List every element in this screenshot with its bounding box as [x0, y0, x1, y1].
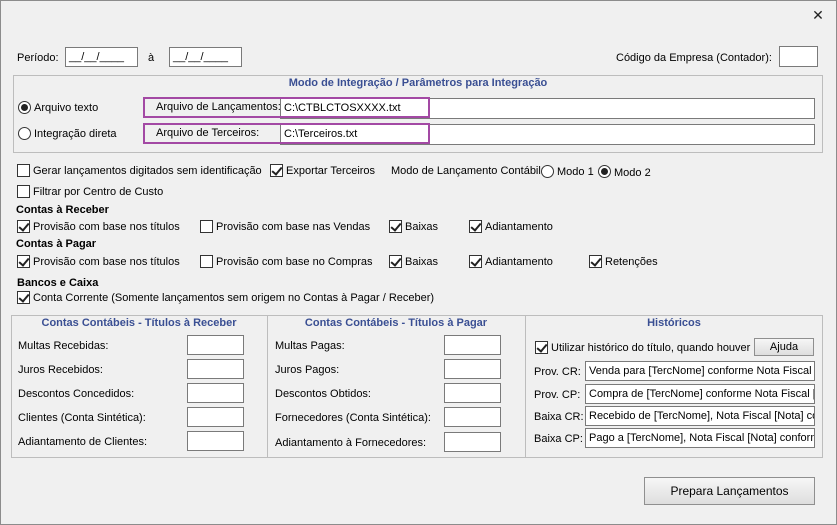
titulo-pagar-field-label: Adiantamento à Fornecedores: — [275, 437, 427, 449]
periodo-fim-input[interactable]: __/__/____ — [169, 47, 242, 67]
cp-provisao-titulos-checkbox[interactable] — [17, 255, 30, 268]
titulo-pagar-field-label: Descontos Obtidos: — [275, 388, 371, 400]
cr-adiantamento-checkbox[interactable] — [469, 220, 482, 233]
modo1-label: Modo 1 — [557, 166, 594, 178]
titulos-pagar-title: Contas Contábeis - Títulos à Pagar — [304, 317, 488, 329]
close-icon[interactable]: ✕ — [808, 6, 828, 24]
historico-field-label: Prov. CR: — [534, 366, 581, 378]
integracao-direta-label: Integração direta — [34, 128, 117, 140]
titulo-receber-field-label: Juros Recebidos: — [18, 364, 103, 376]
titulo-receber-field-input[interactable] — [187, 335, 244, 355]
historico-field-label: Baixa CP: — [534, 433, 583, 445]
titulo-pagar-field-label: Multas Pagas: — [275, 340, 345, 352]
contas-receber-title: Contas à Receber — [16, 204, 109, 216]
cp-baixas-checkbox[interactable] — [389, 255, 402, 268]
exportar-terceiros-checkbox[interactable] — [270, 164, 283, 177]
periodo-a-label: à — [148, 52, 155, 64]
integracao-direta-radio[interactable] — [18, 127, 31, 140]
titulo-receber-field-input[interactable] — [187, 431, 244, 451]
cp-provisao-compras-label: Provisão com base no Compras — [216, 256, 373, 268]
historicos-title: Históricos — [647, 317, 701, 329]
titulo-pagar-field-input[interactable] — [444, 335, 501, 355]
cr-provisao-titulos-label: Provisão com base nos títulos — [33, 221, 180, 233]
titulo-receber-field-label: Multas Recebidas: — [18, 340, 109, 352]
historico-field-label: Prov. CP: — [534, 389, 581, 401]
bancos-title: Bancos e Caixa — [17, 277, 99, 289]
titulo-pagar-field-input[interactable] — [444, 407, 501, 427]
periodo-inicio-input[interactable]: __/__/____ — [65, 47, 138, 67]
modo2-label: Modo 2 — [614, 167, 651, 179]
integracao-title: Modo de Integração / Parâmetros para Int… — [288, 77, 548, 89]
cr-baixas-checkbox[interactable] — [389, 220, 402, 233]
modo-lancamento-label: Modo de Lançamento Contábil: — [391, 165, 544, 177]
titulo-pagar-field-label: Juros Pagos: — [275, 364, 340, 376]
titulo-receber-field-input[interactable] — [187, 359, 244, 379]
titulo-pagar-field-input[interactable] — [444, 432, 501, 452]
arquivo-terceiros-label: Arquivo de Terceiros: — [156, 127, 260, 139]
gerar-lancamentos-label: Gerar lançamentos digitados sem identifi… — [33, 165, 262, 177]
utilizar-historico-checkbox[interactable] — [535, 341, 548, 354]
filtrar-centro-label: Filtrar por Centro de Custo — [33, 186, 164, 198]
cp-adiantamento-checkbox[interactable] — [469, 255, 482, 268]
cr-adiantamento-label: Adiantamento — [485, 221, 553, 233]
titulo-pagar-field-input[interactable] — [444, 383, 501, 403]
prepara-lancamentos-button[interactable]: Prepara Lançamentos — [644, 477, 815, 505]
periodo-label: Período: — [17, 52, 59, 64]
column-divider — [267, 315, 268, 458]
titulo-pagar-field-input[interactable] — [444, 359, 501, 379]
ajuda-button[interactable]: Ajuda — [754, 338, 814, 356]
cr-provisao-vendas-label: Provisão com base nas Vendas — [216, 221, 371, 233]
cp-retencoes-checkbox[interactable] — [589, 255, 602, 268]
titulos-receber-title: Contas Contábeis - Títulos à Receber — [41, 317, 237, 329]
historico-field-input[interactable]: Compra de [TercNome] conforme Nota Fisca… — [585, 384, 815, 404]
gerar-lancamentos-checkbox[interactable] — [17, 164, 30, 177]
titulo-receber-field-input[interactable] — [187, 383, 244, 403]
historico-field-input[interactable]: Recebido de [TercNome], Nota Fiscal [Not… — [585, 406, 815, 426]
historico-field-input[interactable]: Pago a [TercNome], Nota Fiscal [Nota] co… — [585, 428, 815, 448]
cr-baixas-label: Baixas — [405, 221, 439, 233]
arquivo-texto-radio[interactable] — [18, 101, 31, 114]
utilizar-historico-label: Utilizar histórico do título, quando hou… — [551, 342, 751, 354]
titulo-receber-field-label: Clientes (Conta Sintética): — [18, 412, 146, 424]
titulo-receber-field-label: Descontos Concedidos: — [18, 388, 135, 400]
modo2-radio[interactable] — [598, 165, 611, 178]
modo1-radio[interactable] — [541, 165, 554, 178]
arquivo-lancamentos-label: Arquivo de Lançamentos: — [156, 101, 281, 113]
codigo-empresa-input[interactable] — [779, 46, 818, 67]
arquivo-texto-label: Arquivo texto — [34, 102, 99, 114]
conta-corrente-checkbox[interactable] — [17, 291, 30, 304]
cr-provisao-vendas-checkbox[interactable] — [200, 220, 213, 233]
cp-adiantamento-label: Adiantamento — [485, 256, 553, 268]
contas-pagar-title: Contas à Pagar — [16, 238, 97, 250]
cp-provisao-compras-checkbox[interactable] — [200, 255, 213, 268]
titulo-receber-field-label: Adiantamento de Clientes: — [18, 436, 148, 448]
historico-field-label: Baixa CR: — [534, 411, 584, 423]
titulo-pagar-field-label: Fornecedores (Conta Sintética): — [275, 412, 431, 424]
column-divider — [525, 315, 526, 458]
codigo-empresa-label: Código da Empresa (Contador): — [616, 52, 772, 64]
historico-field-input[interactable]: Venda para [TercNome] conforme Nota Fisc… — [585, 361, 815, 381]
cp-baixas-label: Baixas — [405, 256, 439, 268]
exportar-terceiros-label: Exportar Terceiros — [286, 165, 376, 177]
cp-provisao-titulos-label: Provisão com base nos títulos — [33, 256, 180, 268]
filtrar-centro-checkbox[interactable] — [17, 185, 30, 198]
cp-retencoes-label: Retenções — [605, 256, 658, 268]
conta-corrente-label: Conta Corrente (Somente lançamentos sem … — [33, 292, 435, 304]
titulo-receber-field-input[interactable] — [187, 407, 244, 427]
cr-provisao-titulos-checkbox[interactable] — [17, 220, 30, 233]
